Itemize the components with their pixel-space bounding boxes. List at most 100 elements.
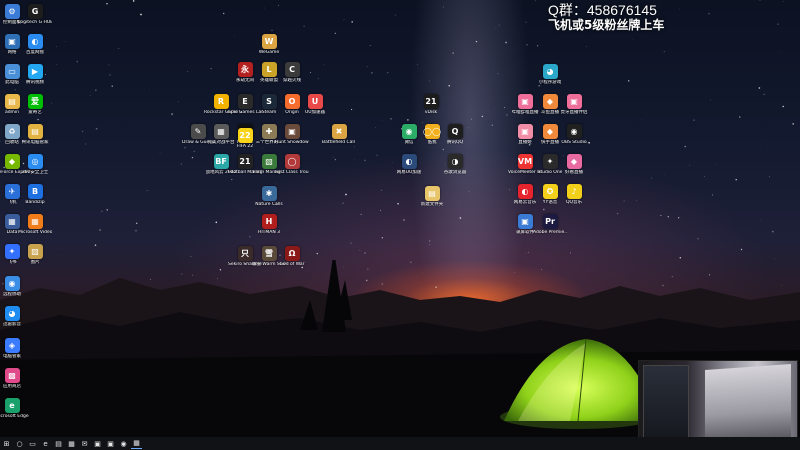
star [397, 203, 399, 205]
app-icon-d[interactable]: ▦ [131, 438, 142, 449]
logitech-icon: G [27, 4, 43, 19]
star [343, 19, 345, 20]
star [215, 221, 218, 224]
desktop-icon-iqiyi[interactable]: 爱爱奇艺 [18, 94, 52, 115]
star [14, 89, 17, 91]
app-icon-b[interactable]: ▣ [105, 438, 116, 449]
star [310, 71, 311, 73]
star [779, 51, 780, 52]
desktop-icon-chrome[interactable]: ◑ 谷歌浏览器 [438, 154, 472, 175]
desktop-icon-shield[interactable]: ◈ 电脑管家 [0, 338, 29, 359]
desktop-icon-label: HITMAN 3 [257, 230, 281, 235]
start-icon[interactable]: ⊞ [1, 438, 12, 449]
star [679, 257, 682, 259]
live-c-icon: ▣ [566, 94, 582, 109]
star [334, 158, 337, 161]
desktop-icon-folder-a[interactable]: ▤ 腾讯电脑管家 [18, 124, 52, 145]
star [231, 179, 233, 181]
desktop-icon-voice-a[interactable]: ◐ 网易UU加速 [392, 154, 426, 175]
desktop-icon-new-file[interactable]: ▤ 新建文件夹 [415, 186, 449, 207]
desktop-icon-hitman[interactable]: H HITMAN 3 [252, 214, 286, 235]
star [171, 113, 173, 115]
desktop-icon-label: 虎牙直播伴侣 [560, 110, 588, 115]
star [234, 35, 235, 37]
desktop-icon-picture[interactable]: ▨ 图片 [18, 244, 52, 265]
game-a-icon: 永 [237, 62, 253, 77]
star [442, 148, 445, 151]
star [527, 251, 529, 253]
star [99, 229, 101, 231]
desktop-icon-baidu-netdisk[interactable]: ◐ 百度网盘 [18, 34, 52, 55]
star [689, 164, 691, 166]
app-icon-c[interactable]: ◉ [118, 438, 129, 449]
store-icon[interactable]: ▦ [66, 438, 77, 449]
desktop-icon-game-d[interactable]: ◆ 好看直播 [557, 154, 591, 175]
desktop-icon-label: 直播姬 [518, 140, 532, 145]
desktop-icon-ms-video[interactable]: ▦Microsoft Video C... [18, 214, 52, 235]
explorer-icon[interactable]: ▤ [53, 438, 64, 449]
star [459, 217, 462, 219]
desktop-icon-edge[interactable]: eMicrosoft Edge [0, 398, 29, 419]
desktop-icon-live-c[interactable]: ▣ 虎牙直播伴侣 [557, 94, 591, 115]
star [95, 89, 97, 91]
desktop-icon-uu[interactable]: U UU加速器 [298, 94, 332, 115]
desktop-icon-ai-21[interactable]: 21 vDisk [414, 94, 448, 115]
desktop-icon-label: Hunt Showdown [275, 140, 309, 145]
desktop-icon-game-c[interactable]: C 穿越火线 [275, 62, 309, 83]
desktop-icon-battlefield-cod[interactable]: ✖Battlefield Call of D... [322, 124, 356, 145]
desktop-icon-nature[interactable]: ✱ Nature Calls [252, 186, 286, 207]
star [210, 67, 212, 70]
desktop-icon-qq[interactable]: Q 腾讯QQ [438, 124, 472, 145]
voice-a-icon: ◐ [401, 154, 417, 169]
taskbar: ⊞ ○ ▭ e ▤ ▦ ✉ ▣ ▣ ◉ ▦ [0, 437, 800, 450]
task-view-icon[interactable]: ▭ [27, 438, 38, 449]
desktop-icon-game-center[interactable]: ◕ 小程序游戏 [533, 64, 567, 85]
star [135, 222, 138, 225]
star [542, 208, 545, 211]
hitman-icon: H [261, 214, 277, 229]
desktop-icon-wechat-dev[interactable]: W WeGame [252, 34, 286, 55]
desktop-icon-god-of-war[interactable]: Ω God of War [275, 246, 309, 267]
desktop-icon-hunt[interactable]: ▣ Hunt Showdown [275, 124, 309, 145]
desktop-icon-first-class[interactable]: ◯First Class Trouble [275, 154, 309, 175]
mail-icon[interactable]: ✉ [79, 438, 90, 449]
desktop-icon-tencent-video[interactable]: ▶ 腾讯视频 [18, 64, 52, 85]
desktop-icon-remote[interactable]: ◉ 远程协助 [0, 276, 29, 297]
desktop-icon-qq-music[interactable]: ♪ QQ音乐 [557, 184, 591, 205]
star [271, 29, 273, 32]
live-d-icon: ▣ [517, 124, 533, 139]
desktop-icon-label: YY语音 [542, 200, 558, 205]
app-icon-a[interactable]: ▣ [92, 438, 103, 449]
star [710, 99, 711, 101]
desktop-icon-obs[interactable]: ◉ OBS Studio [557, 124, 591, 145]
game-c-icon: C [284, 62, 300, 77]
edge-icon[interactable]: e [40, 438, 51, 449]
desktop-icon-label: Logitech G HUB [18, 20, 52, 25]
star [771, 230, 774, 233]
remote-icon: ◉ [4, 276, 20, 291]
desktop-icon-premiere[interactable]: Pr Adobe Premie... [533, 214, 567, 235]
desktop-icon-label: 录屏软件 [516, 230, 534, 235]
desktop-icon-apps-store[interactable]: ▩ 应用商店 [0, 368, 29, 389]
desktop-icon-22[interactable]: 22 FIFA 22 [228, 128, 262, 149]
star [452, 52, 454, 54]
shield-icon: ◈ [4, 338, 20, 353]
star [708, 13, 710, 15]
desktop-icon-xunlei[interactable]: ◕ 迅雷影音 [0, 306, 29, 327]
picture-icon: ▨ [27, 244, 43, 259]
qq-music-icon: ♪ [566, 184, 582, 199]
desktop-icon-label: QQ音乐 [565, 200, 583, 205]
star [317, 77, 320, 80]
desktop-icon-360[interactable]: ◎ 360安全卫士 [18, 154, 52, 175]
xunlei-icon: ◕ [4, 306, 20, 321]
bf-2042-icon: BF [213, 154, 229, 169]
desktop-icon-label: 好看直播 [565, 170, 583, 175]
desktop-icon-logitech[interactable]: G Logitech G HUB [18, 4, 52, 25]
star [316, 252, 319, 255]
hunt-icon: ▣ [284, 124, 300, 139]
search-icon[interactable]: ○ [14, 438, 25, 449]
star [350, 242, 352, 244]
star [323, 64, 325, 66]
star [191, 156, 194, 159]
desktop-icon-bandizip[interactable]: B Bandizip [18, 184, 52, 205]
